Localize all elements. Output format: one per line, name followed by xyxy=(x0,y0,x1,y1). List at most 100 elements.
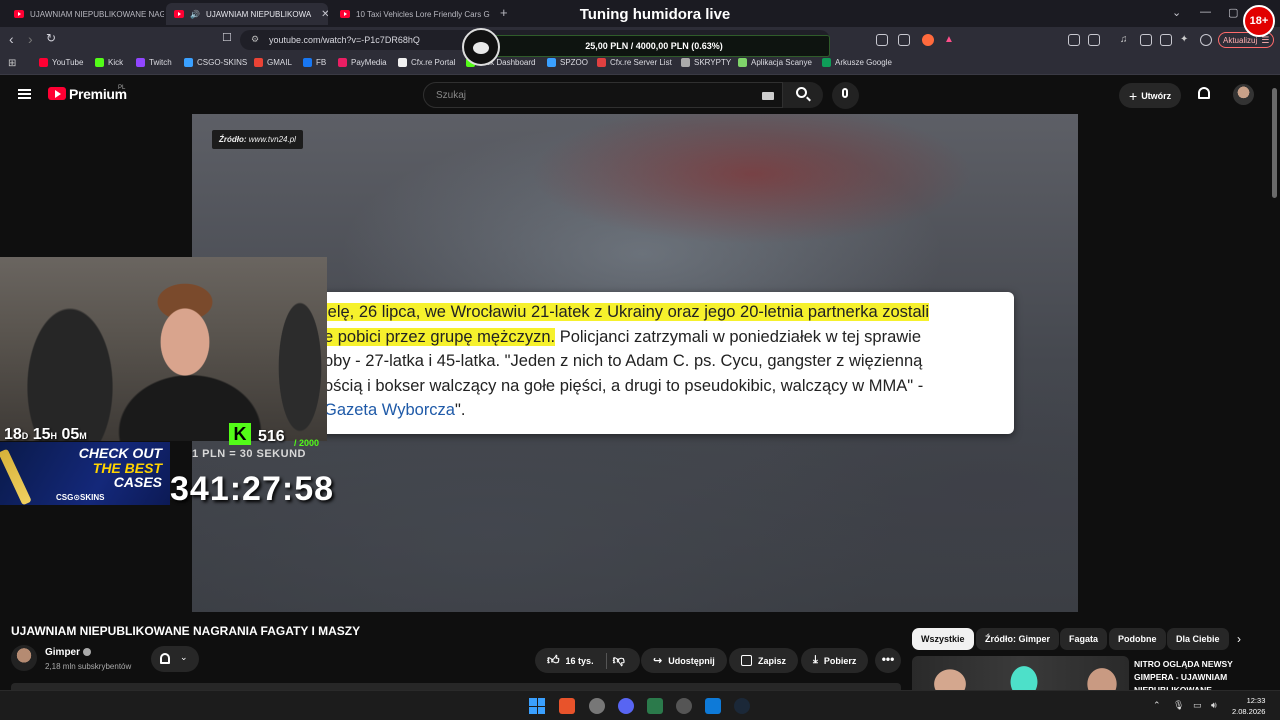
kick-sub-count: 516 xyxy=(258,428,285,445)
more-actions-button[interactable]: ••• xyxy=(875,648,901,673)
site-settings-icon[interactable]: ⚙ xyxy=(251,34,259,45)
leo-ai-icon[interactable]: ✦ xyxy=(1180,34,1192,46)
channel-avatar[interactable] xyxy=(11,645,37,671)
create-button[interactable]: + Utwórz xyxy=(1119,83,1182,108)
facebook-icon xyxy=(303,58,312,67)
quote-line-2: Policjanci zatrzymali w poniedziałek w t… xyxy=(555,327,922,346)
bookmark-cfx-portal[interactable]: Cfx.re Portal xyxy=(398,58,455,67)
close-tab-icon[interactable]: ✕ xyxy=(321,9,328,20)
youtube-logo-icon[interactable] xyxy=(48,87,66,100)
obs-icon[interactable] xyxy=(589,698,605,714)
countdown-unit-days: D xyxy=(21,431,29,441)
like-count: 16 tys. xyxy=(565,655,594,666)
notifications-bell-icon[interactable] xyxy=(1198,87,1210,99)
recommended-video-title[interactable]: NITRO OGLĄDA NEWSY GIMPERA - UJAWNIAM NI… xyxy=(1134,658,1269,690)
cast-icon[interactable] xyxy=(876,34,888,46)
sidebar-icon[interactable] xyxy=(1140,34,1152,46)
extensions-icon[interactable] xyxy=(1068,34,1080,46)
tab-label: 10 Taxi Vehicles Lore Friendly Cars GT xyxy=(356,9,490,19)
menu-icon[interactable] xyxy=(18,89,31,99)
new-tab-button[interactable]: + xyxy=(500,5,508,20)
chip-similar[interactable]: Podobne xyxy=(1109,628,1166,650)
chevron-right-icon[interactable]: › xyxy=(1237,632,1241,646)
brave-browser-icon[interactable] xyxy=(559,698,575,714)
browser-tab-1[interactable]: UJAWNIAM NIEPUBLIKOWANE NAGR xyxy=(6,3,164,25)
save-button[interactable]: Zapisz xyxy=(729,648,799,673)
chip-for-you[interactable]: Dla Ciebie xyxy=(1167,628,1229,650)
brave-shield-icon[interactable] xyxy=(922,34,934,46)
brave-rewards-icon[interactable]: ▲ xyxy=(944,34,956,46)
volume-icon[interactable]: 🔊︎ xyxy=(1211,700,1217,711)
tab-list-chevron-icon[interactable]: ⌄ xyxy=(1172,6,1181,19)
bookmark-arkusze-google[interactable]: Arkusze Google xyxy=(822,58,892,67)
countdown-days: 18 xyxy=(4,426,22,443)
discord-icon[interactable] xyxy=(618,698,634,714)
browser-tab-2-active[interactable]: 🔊 UJAWNIAM NIEPUBLIKOWA ✕ xyxy=(166,3,328,25)
bookmark-aplikacja-scanye[interactable]: Aplikacja Scanye xyxy=(738,58,812,67)
bookmark-icon[interactable]: ☐ xyxy=(222,31,232,44)
speaker-icon: 🔊 xyxy=(190,9,200,19)
tray-chevron-icon[interactable]: ⌃ xyxy=(1153,700,1161,711)
display-icon[interactable]: ▭ xyxy=(1193,700,1202,711)
recommended-video-thumbnail[interactable] xyxy=(912,656,1129,690)
dislike-button[interactable]: 👎︎ xyxy=(613,653,625,668)
maximize-icon[interactable]: ▢ xyxy=(1228,6,1238,19)
browser-tab-3[interactable]: 10 Taxi Vehicles Lore Friendly Cars GT xyxy=(332,3,490,25)
search-button[interactable] xyxy=(783,82,823,108)
youtube-header: Premium PL Szukaj + Utwórz xyxy=(0,76,1280,114)
clock-time: 12:33 xyxy=(1246,696,1266,705)
donation-goal-bar: 25,00 PLN / 4000,00 PLN (0.63%) xyxy=(478,35,830,57)
minimize-icon[interactable]: — xyxy=(1200,6,1211,18)
share-label: Udostępnij xyxy=(668,655,715,666)
bookmark-fb[interactable]: FB xyxy=(303,58,326,67)
search-input[interactable]: Szukaj xyxy=(423,82,783,108)
excel-icon[interactable] xyxy=(647,698,663,714)
channel-name[interactable]: Gimper xyxy=(45,647,92,658)
screenshot-icon[interactable] xyxy=(1088,34,1100,46)
microphone-tray-icon[interactable]: 🎙︎ xyxy=(1173,700,1184,711)
bookmark-cfx-server-list[interactable]: Cfx.re Server List xyxy=(597,58,672,67)
keyboard-icon[interactable] xyxy=(762,92,774,100)
page-scrollbar[interactable] xyxy=(1270,76,1280,690)
bookmark-kick[interactable]: Kick xyxy=(95,58,123,67)
search-icon xyxy=(796,87,807,98)
bookmark-twitch[interactable]: Twitch xyxy=(136,58,172,67)
bookmark-label: Kick xyxy=(108,58,124,67)
bookmark-gmail[interactable]: GMAIL xyxy=(254,58,292,67)
scrollbar-thumb[interactable] xyxy=(1272,88,1277,198)
chip-all[interactable]: Wszystkie xyxy=(912,628,974,650)
bookmark-paymedia[interactable]: PayMedia xyxy=(338,58,387,67)
spzoo-icon xyxy=(547,58,556,67)
bookmark-youtube[interactable]: YouTube xyxy=(39,58,83,67)
windows-start-icon[interactable] xyxy=(529,698,545,714)
share-page-icon[interactable] xyxy=(898,34,910,46)
youtube-favicon-icon xyxy=(174,10,184,18)
save-icon xyxy=(741,655,752,666)
vpn-icon[interactable] xyxy=(1200,34,1212,46)
subscription-bell-button[interactable]: ⌄ xyxy=(151,646,199,672)
back-icon[interactable]: ‹ xyxy=(9,31,14,47)
voice-search-button[interactable] xyxy=(832,82,859,109)
article-quote-text: ielę, 26 lipca, we Wrocławiu 21-latek z … xyxy=(324,300,1004,423)
share-button[interactable]: ↪ Udostępnij xyxy=(641,648,727,673)
download-button[interactable]: ⤓ Pobierz xyxy=(801,648,869,673)
apps-grid-icon[interactable]: ⊞ xyxy=(8,58,16,69)
bookmark-spzoo[interactable]: SPZOO xyxy=(547,58,588,67)
app-icon[interactable] xyxy=(676,698,692,714)
forward-icon[interactable]: › xyxy=(28,31,33,47)
account-avatar[interactable] xyxy=(1233,84,1254,105)
bookmark-csgo-skins[interactable]: CSGO-SKINS xyxy=(184,58,247,67)
reload-icon[interactable]: ↻ xyxy=(46,31,56,45)
chip-source-gimper[interactable]: Źródło: Gimper xyxy=(976,628,1059,650)
steam-icon[interactable] xyxy=(734,698,750,714)
wallet-icon[interactable] xyxy=(1160,34,1172,46)
media-icon[interactable]: ♫ xyxy=(1120,34,1132,46)
chip-fagata[interactable]: Fagata xyxy=(1060,628,1108,650)
vscode-icon[interactable] xyxy=(705,698,721,714)
quote-line-5-end: ". xyxy=(455,401,466,419)
quote-source-link: Gazeta Wyborcza xyxy=(324,401,455,419)
system-clock[interactable]: 12:33 2.08.2026 xyxy=(1232,695,1265,717)
like-button[interactable]: 👍︎ 16 tys. xyxy=(547,653,594,668)
gmail-icon xyxy=(254,58,263,67)
bookmark-skrypty[interactable]: SKRYPTY xyxy=(681,58,731,67)
